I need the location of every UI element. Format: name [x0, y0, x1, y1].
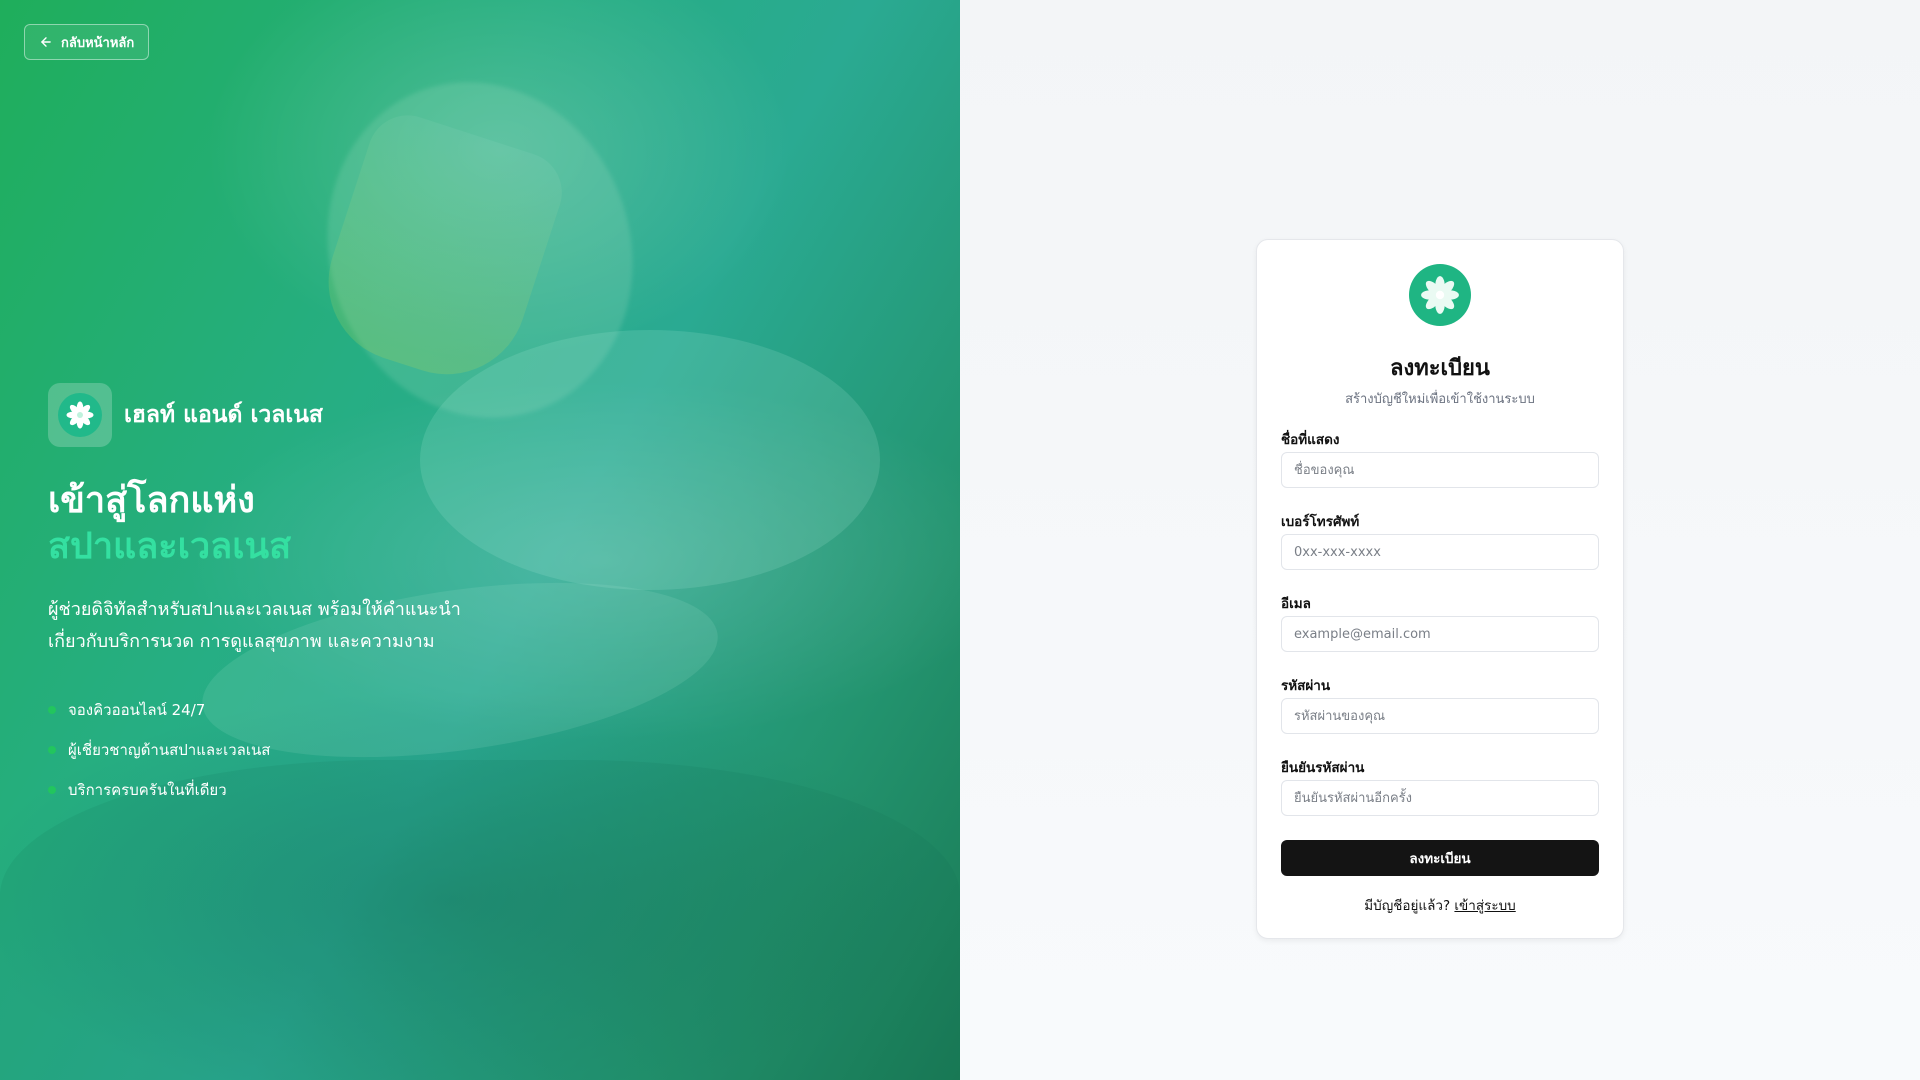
email-label: อีเมล: [1281, 596, 1311, 612]
form-title: ลงทะเบียน: [1390, 356, 1490, 381]
register-submit-button[interactable]: ลงทะเบียน: [1281, 840, 1599, 876]
confirm-password-input[interactable]: [1281, 780, 1599, 816]
feature-label: ผู้เชี่ยวชาญด้านสปาและเวลเนส: [68, 741, 271, 759]
brand-name: เฮลท์ แอนด์ เวลเนส: [124, 402, 323, 428]
lotus-flower-icon: [58, 393, 102, 437]
register-page: กลับหน้าหลัก เฮลท์ แอนด์ เวลเนส เข้าสู่โ…: [0, 0, 1920, 1080]
bullet-dot-icon: [48, 746, 56, 754]
brand-logo: [48, 383, 112, 447]
hero-description-line1: ผู้ช่วยดิจิทัลสำหรับสปาและเวลเนส พร้อมให…: [48, 599, 461, 620]
back-button-label: กลับหน้าหลัก: [61, 34, 135, 50]
login-prompt: มีบัญชีอยู่แล้ว? เข้าสู่ระบบ: [1281, 894, 1599, 916]
feature-item: บริการครบครันในที่เดียว: [48, 770, 270, 810]
display-name-label: ชื่อที่แสดง: [1281, 432, 1340, 448]
email-field-group: อีเมล: [1281, 592, 1599, 652]
hero-headline-line2: สปาและเวลเนส: [48, 526, 292, 567]
phone-input[interactable]: [1281, 534, 1599, 570]
display-name-input[interactable]: [1281, 452, 1599, 488]
hero-description: ผู้ช่วยดิจิทัลสำหรับสปาและเวลเนส พร้อมให…: [48, 594, 488, 658]
arrow-left-icon: [39, 35, 53, 49]
hero-panel: กลับหน้าหลัก เฮลท์ แอนด์ เวลเนส เข้าสู่โ…: [0, 0, 960, 1080]
password-field-group: รหัสผ่าน: [1281, 674, 1599, 734]
phone-label: เบอร์โทรศัพท์: [1281, 514, 1360, 530]
brand: เฮลท์ แอนด์ เวลเนส: [48, 383, 323, 447]
register-card: ลงทะเบียน สร้างบัญชีใหม่เพื่อเข้าใช้งานร…: [1256, 239, 1624, 939]
feature-item: จองคิวออนไลน์ 24/7: [48, 690, 270, 730]
login-link[interactable]: เข้าสู่ระบบ: [1454, 898, 1515, 914]
form-subtitle: สร้างบัญชีใหม่เพื่อเข้าใช้งานระบบ: [1345, 392, 1535, 407]
hero-background-shape: [420, 330, 880, 590]
lotus-flower-icon: [1409, 264, 1471, 326]
have-account-text: มีบัญชีอยู่แล้ว?: [1364, 898, 1451, 914]
feature-item: ผู้เชี่ยวชาญด้านสปาและเวลเนส: [48, 730, 270, 770]
feature-list: จองคิวออนไลน์ 24/7 ผู้เชี่ยวชาญด้านสปาแล…: [48, 690, 270, 810]
back-to-home-button[interactable]: กลับหน้าหลัก: [24, 24, 150, 60]
bullet-dot-icon: [48, 706, 56, 714]
bullet-dot-icon: [48, 786, 56, 794]
email-input[interactable]: [1281, 616, 1599, 652]
hero-description-line2: เกี่ยวกับบริการนวด การดูแลสุขภาพ และความ…: [48, 631, 435, 652]
display-name-field-group: ชื่อที่แสดง: [1281, 428, 1599, 488]
hero-headline: เข้าสู่โลกแห่ง สปาและเวลเนส: [48, 478, 291, 570]
register-panel: ลงทะเบียน สร้างบัญชีใหม่เพื่อเข้าใช้งานร…: [960, 0, 1920, 1080]
confirm-password-label: ยืนยันรหัสผ่าน: [1281, 760, 1365, 776]
password-label: รหัสผ่าน: [1281, 678, 1331, 694]
phone-field-group: เบอร์โทรศัพท์: [1281, 510, 1599, 570]
password-input[interactable]: [1281, 698, 1599, 734]
feature-label: จองคิวออนไลน์ 24/7: [68, 701, 206, 719]
hero-headline-line1: เข้าสู่โลกแห่ง: [48, 480, 255, 521]
confirm-password-field-group: ยืนยันรหัสผ่าน: [1281, 756, 1599, 816]
feature-label: บริการครบครันในที่เดียว: [68, 781, 227, 799]
